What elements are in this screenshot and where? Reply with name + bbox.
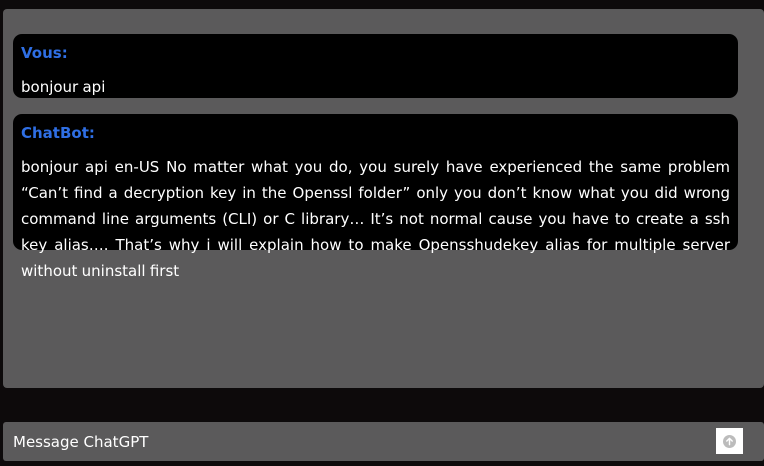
message-text: bonjour api en-US No matter what you do,… — [21, 158, 730, 280]
send-button[interactable] — [716, 428, 743, 454]
user-message: Vous: bonjour api — [13, 34, 738, 98]
message-input[interactable] — [13, 422, 693, 461]
composer-bar — [3, 422, 764, 461]
arrow-up-icon — [723, 434, 736, 448]
message-sender: Vous: — [21, 44, 68, 62]
chat-panel: Vous: bonjour api ChatBot: bonjour api e… — [3, 9, 764, 388]
message-sender: ChatBot: — [21, 124, 95, 142]
message-text: bonjour api — [21, 78, 106, 96]
bot-message: ChatBot: bonjour api en-US No matter wha… — [13, 114, 738, 280]
